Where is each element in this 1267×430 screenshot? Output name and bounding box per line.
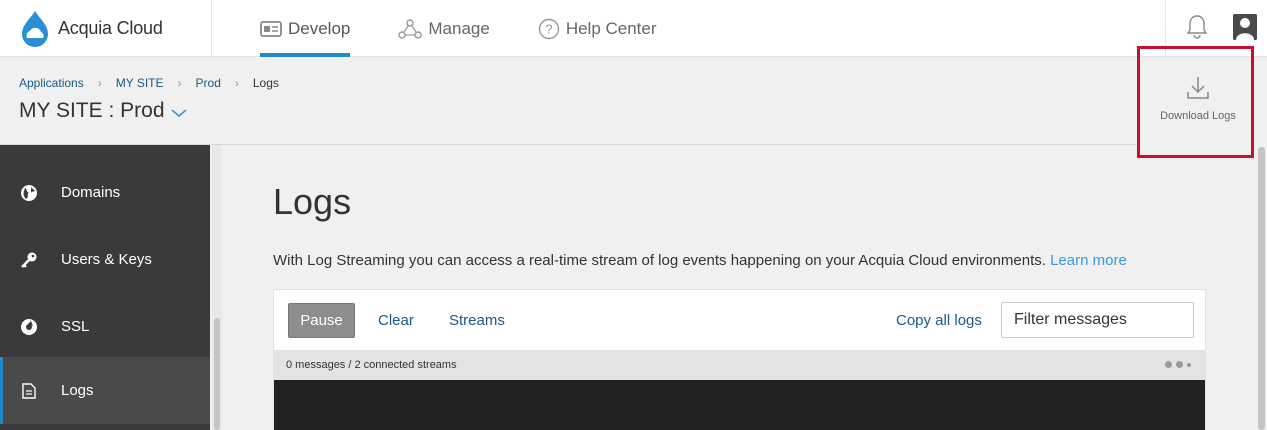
nav-manage[interactable]: Manage [398,0,490,57]
breadcrumb-applications[interactable]: Applications [19,76,84,90]
main-scrollbar-thumb[interactable] [1258,147,1265,430]
page-title: Logs [273,181,352,222]
chevron-right-icon: › [97,76,102,90]
globe-icon [20,184,38,202]
dot [1187,362,1191,367]
chevron-right-icon: › [177,76,182,90]
nav-help-label: Help Center [565,18,657,38]
main-nav: Develop Manage ? Help Center [260,0,705,57]
user-silhouette-icon [1233,14,1257,40]
ssl-gear-icon [20,318,38,336]
intro-description: With Log Streaming you can access a real… [273,252,1046,269]
svg-text:?: ? [545,21,552,36]
download-logs-label: Download Logs [1160,110,1236,122]
log-output-area[interactable] [274,380,1205,430]
breadcrumb: Applications › MY SITE › Prod › Logs [19,76,279,90]
nav-develop-label: Develop [288,18,351,38]
nav-manage-label: Manage [428,18,490,38]
develop-icon [260,20,282,37]
sidebar-scrollbar[interactable] [212,145,222,430]
user-avatar[interactable] [1233,14,1257,40]
sidebar-item-label: Domains [61,184,121,201]
filter-messages-input[interactable] [1001,302,1194,338]
loading-dots-icon [1161,361,1191,368]
notifications-bell-icon[interactable] [1186,13,1208,39]
manage-icon [398,18,423,39]
key-icon [20,251,38,269]
pause-button[interactable]: Pause [288,303,355,338]
sidebar-item-ssl[interactable]: SSL [0,293,210,360]
dot [1165,361,1172,368]
sidebar-item-users-keys[interactable]: Users & Keys [0,226,210,293]
clear-button[interactable]: Clear [378,312,414,329]
breadcrumb-current: Logs [252,76,279,90]
environment-title: MY SITE : Prod [19,99,165,122]
chevron-right-icon: › [234,76,239,90]
chevron-down-icon [170,109,187,118]
stream-status-bar: 0 messages / 2 connected streams [274,350,1205,380]
sidebar-item-label: Logs [61,382,94,399]
intro-text: With Log Streaming you can access a real… [273,252,1127,269]
sidebar-item-domains[interactable]: Domains [0,159,210,226]
brand[interactable]: Acquia Cloud [0,0,212,57]
stream-status-text: 0 messages / 2 connected streams [286,359,457,371]
document-icon [20,382,38,400]
nav-develop[interactable]: Develop [260,0,351,57]
sidebar-item-label: SSL [61,318,90,335]
copy-all-logs-button[interactable]: Copy all logs [896,312,982,329]
top-bar: Acquia Cloud Develop Manage ? Help Cente… [0,0,1267,57]
download-logs-highlight: Download Logs [1137,46,1254,158]
sidebar: Domains Users & Keys SSL Logs [0,145,210,430]
acquia-cloud-logo [22,10,48,47]
breadcrumb-environment[interactable]: Prod [196,76,221,90]
streams-button[interactable]: Streams [449,312,505,329]
nav-help-center[interactable]: ? Help Center [538,0,657,57]
learn-more-link[interactable]: Learn more [1050,252,1127,269]
environment-switcher[interactable]: MY SITE : Prod [19,99,187,123]
dot [1176,361,1183,368]
sidebar-scrollbar-thumb[interactable] [214,318,220,430]
log-stream-panel: Pause Clear Streams Copy all logs 0 mess… [273,289,1206,430]
download-logs-button[interactable]: Download Logs [1150,75,1246,122]
brand-name: Acquia Cloud [58,18,163,38]
sidebar-item-label: Users & Keys [61,251,152,268]
main-scrollbar[interactable] [1256,145,1267,430]
sidebar-item-logs[interactable]: Logs [0,357,210,424]
help-icon: ? [538,18,560,39]
download-icon [1187,77,1209,99]
breadcrumb-site[interactable]: MY SITE [116,76,164,90]
